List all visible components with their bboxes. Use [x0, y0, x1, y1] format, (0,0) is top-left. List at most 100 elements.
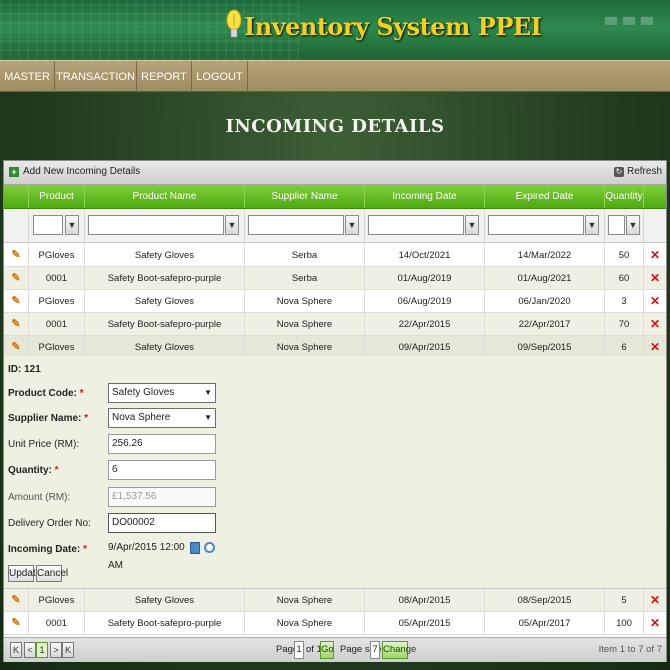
- filter-cell: ▼: [245, 209, 365, 242]
- cell-product-name: Safety Boot-safepro-purple: [85, 267, 245, 289]
- filter-input-quantity[interactable]: [608, 215, 625, 235]
- menu-item-logout[interactable]: LOGOUT: [192, 61, 248, 93]
- menu-item-master[interactable]: MASTER: [0, 61, 55, 93]
- delete-icon[interactable]: ✕: [650, 294, 660, 308]
- supplier-name-label: Supplier Name: *: [8, 413, 89, 424]
- change-button[interactable]: Change: [382, 641, 416, 659]
- table-row[interactable]: ✎ 0001 Safety Boot-safepro-purple Serba …: [4, 267, 666, 290]
- unit-price-label: Unit Price (RM):: [8, 439, 80, 450]
- table-row[interactable]: ✎ 0001 Safety Boot-safepro-purple Nova S…: [4, 612, 666, 635]
- refresh-button[interactable]: ↻ Refresh: [613, 166, 662, 177]
- window-button-icon: [604, 16, 618, 26]
- app-title: Inventory System PPEI: [244, 12, 542, 41]
- cell-quantity: 50: [605, 244, 644, 266]
- table-row[interactable]: ✎ 0001 Safety Boot-safepro-purple Nova S…: [4, 313, 666, 336]
- table-row[interactable]: ✎ PGloves Safety Gloves Nova Sphere 06/A…: [4, 290, 666, 313]
- required-mark: *: [83, 544, 87, 555]
- next-page-icon[interactable]: >: [50, 642, 62, 658]
- filter-icon[interactable]: ▼: [465, 215, 479, 235]
- cell-supplier-name: Nova Sphere: [245, 313, 365, 335]
- header-product-name[interactable]: Product Name: [85, 185, 245, 208]
- filter-icon[interactable]: ▼: [225, 215, 239, 235]
- unit-price-input[interactable]: 256.26: [108, 434, 216, 454]
- cell-quantity: 100: [605, 612, 644, 634]
- page-input[interactable]: 1: [294, 641, 304, 659]
- edit-pencil-icon[interactable]: ✎: [11, 295, 20, 307]
- filter-input-incoming-date[interactable]: [368, 215, 464, 235]
- delete-icon[interactable]: ✕: [650, 616, 660, 630]
- filter-input-supplier-name[interactable]: [248, 215, 344, 235]
- plus-icon: +: [9, 166, 19, 177]
- delete-icon[interactable]: ✕: [650, 340, 660, 354]
- filter-input-product-name[interactable]: [88, 215, 224, 235]
- cell-supplier-name: Serba: [245, 267, 365, 289]
- edit-pencil-icon[interactable]: ✎: [11, 617, 20, 629]
- edit-pencil-icon[interactable]: ✎: [11, 318, 20, 330]
- cell-supplier-name: Nova Sphere: [245, 290, 365, 312]
- cell-product-code: PGloves: [29, 589, 85, 611]
- header-supplier-name[interactable]: Supplier Name: [245, 185, 365, 208]
- edit-pencil-icon[interactable]: ✎: [11, 272, 20, 284]
- edit-pencil-icon[interactable]: ✎: [11, 594, 20, 606]
- supplier-name-select[interactable]: Nova Sphere ▼: [108, 408, 216, 428]
- delete-icon[interactable]: ✕: [650, 271, 660, 285]
- clock-icon[interactable]: [204, 542, 215, 553]
- window-button-icon: [640, 16, 654, 26]
- header-edit-col: [4, 185, 29, 208]
- page-number-button[interactable]: 1: [36, 642, 48, 658]
- cell-product-name: Safety Gloves: [85, 244, 245, 266]
- header-delete-col: [644, 185, 666, 208]
- menu-item-transaction[interactable]: TRANSACTION: [55, 61, 137, 93]
- filter-input-product-code[interactable]: [33, 215, 63, 235]
- header-incoming-date[interactable]: Incoming Date: [365, 185, 485, 208]
- required-mark: *: [79, 388, 84, 399]
- required-mark: *: [84, 413, 89, 424]
- incoming-date-input[interactable]: 9/Apr/2015 12:00 AM: [108, 539, 186, 571]
- table-row[interactable]: ✎ PGloves Safety Gloves Serba 14/Oct/202…: [4, 244, 666, 267]
- update-button[interactable]: Update: [8, 565, 41, 582]
- delete-icon[interactable]: ✕: [650, 248, 660, 262]
- delete-icon[interactable]: ✕: [650, 317, 660, 331]
- page-size-input[interactable]: 7: [370, 641, 380, 659]
- cancel-button[interactable]: Cancel: [36, 565, 68, 582]
- last-page-icon[interactable]: K: [62, 642, 74, 658]
- filter-icon[interactable]: ▼: [585, 215, 599, 235]
- lightbulb-icon: [226, 9, 242, 38]
- delivery-order-input[interactable]: DO00002: [108, 513, 216, 533]
- filter-cell: [4, 209, 29, 242]
- filter-input-expired-date[interactable]: [488, 215, 584, 235]
- header-expired-date[interactable]: Expired Date: [485, 185, 605, 208]
- cell-product-name: Safety Boot-safepro-purple: [85, 612, 245, 634]
- table-row[interactable]: ✎ PGloves Safety Gloves Nova Sphere 08/A…: [4, 589, 666, 612]
- prev-page-icon[interactable]: <: [24, 642, 36, 658]
- first-page-icon[interactable]: K: [10, 642, 22, 658]
- filter-icon[interactable]: ▼: [345, 215, 359, 235]
- cell-supplier-name: Nova Sphere: [245, 336, 365, 358]
- edit-pencil-icon[interactable]: ✎: [11, 249, 20, 261]
- filter-cell: ▼: [485, 209, 605, 242]
- quantity-label: Quantity: *: [8, 465, 59, 476]
- delete-icon[interactable]: ✕: [650, 593, 660, 607]
- header-quantity[interactable]: Quantity: [605, 185, 644, 208]
- go-button[interactable]: Go: [320, 641, 334, 659]
- cell-product-code: 0001: [29, 612, 85, 634]
- cell-incoming-date: 05/Apr/2015: [365, 612, 485, 634]
- calendar-icon[interactable]: [190, 542, 200, 554]
- menu-item-report[interactable]: REPORT: [137, 61, 192, 93]
- window-button-icon: [622, 16, 636, 26]
- filter-icon[interactable]: ▼: [65, 215, 79, 235]
- add-new-button[interactable]: + Add New Incoming Details: [9, 166, 140, 177]
- edit-pencil-icon[interactable]: ✎: [11, 341, 20, 353]
- cell-product-name: Safety Gloves: [85, 589, 245, 611]
- header-product-code[interactable]: Product Code: [29, 185, 85, 226]
- quantity-input[interactable]: 6: [108, 460, 216, 480]
- filter-icon[interactable]: ▼: [626, 215, 640, 235]
- cell-expired-date: 09/Sep/2015: [485, 336, 605, 358]
- cell-incoming-date: 08/Apr/2015: [365, 589, 485, 611]
- filter-cell: ▼: [365, 209, 485, 242]
- cell-product-code: PGloves: [29, 290, 85, 312]
- cell-product-name: Safety Gloves: [85, 290, 245, 312]
- grid-header: Product Code Product Name Supplier Name …: [4, 185, 666, 226]
- cell-expired-date: 22/Apr/2017: [485, 313, 605, 335]
- product-code-select[interactable]: Safety Gloves ▼: [108, 383, 216, 403]
